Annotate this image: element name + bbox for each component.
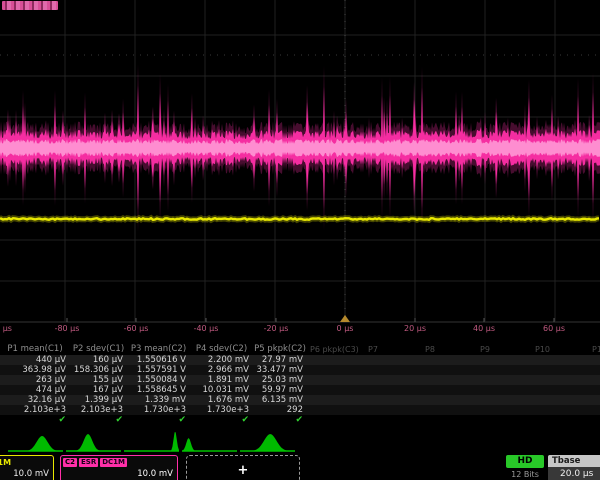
timebase-value: 20.0 µs [548,467,600,480]
hd-bits-label: 12 Bits [506,470,544,479]
measurement-cell: 1.891 mV [190,375,253,385]
measurement-cell: 1.550616 V [127,355,190,365]
measurement-cell: 263 µV [0,375,70,385]
measurement-cell: 59.97 mV [253,385,307,395]
measurement-cell: 1.399 µV [70,395,127,405]
measurement-cell: 292 [253,405,307,415]
measurement-row: 440 µV160 µV1.550616 V2.200 mV27.97 mV [0,355,600,365]
measurement-cell: 1.730e+3 [190,405,253,415]
measurement-status-row: ✔ ✔ ✔ ✔ ✔ [0,415,600,425]
measurement-cell: 33.477 mV [253,365,307,375]
measurement-row: 32.16 µV1.399 µV1.339 mV1.676 mV6.135 mV [0,395,600,405]
trigger-time-marker-icon[interactable] [340,315,350,322]
measurement-row: 474 µV167 µV1.558645 V10.031 mV59.97 mV [0,385,600,395]
parameter-header[interactable]: P1 mean(C1) [0,344,70,355]
histicon-shape [182,438,237,451]
time-tick-label: 40 µs [473,324,495,334]
parameter-header-disabled[interactable]: P6 pkpk(C3) [310,344,359,355]
time-tick-label: 60 µs [543,324,565,334]
measurement-cell: 1.558645 V [127,385,190,395]
parameter-header[interactable]: P3 mean(C2) [127,344,190,355]
parameter-header[interactable]: P5 pkpk(C2) [253,344,307,355]
histicon-shape [66,434,121,451]
plus-icon: + [238,463,249,478]
c2-trace [0,64,600,232]
measurement-cell: 10.031 mV [190,385,253,395]
c2-channel-descriptor[interactable]: C2 ESR DC1M 10.0 mV [60,455,178,480]
status-check-icon: ✔ [241,415,249,425]
unreadable-pink-label [2,1,58,10]
measurement-cell: 2.200 mV [190,355,253,365]
time-tick-label: -60 µs [124,324,149,334]
measurement-row: 363.98 µV158.306 µV1.557591 V2.966 mV33.… [0,365,600,375]
measurement-cell: 2.103e+3 [0,405,70,415]
measurement-cell: 32.16 µV [0,395,70,405]
measurement-cell: 25.03 mV [253,375,307,385]
measurement-cell: 167 µV [70,385,127,395]
c2-eres-badge: ESR [79,458,98,467]
histicon-shape [124,432,179,451]
measurement-cell: 6.135 mV [253,395,307,405]
c2-coupling-badge: DC1M [100,458,127,467]
status-check-icon: ✔ [115,415,123,425]
status-check-icon: ✔ [178,415,186,425]
measurement-cell: 1.730e+3 [127,405,190,415]
descriptor-bar: C1 DC1M 10.0 mV C2 ESR DC1M 10.0 mV + HD… [0,454,600,480]
parameter-header-disabled[interactable]: P8 [425,344,435,355]
timebase-descriptor[interactable]: Tbase 20.0 µs [548,455,600,480]
waveform-grid-area[interactable] [0,0,600,342]
parameter-header-disabled[interactable]: P9 [480,344,490,355]
measurement-cell: 1.557591 V [127,365,190,375]
c1-coupling-label: DC1M [0,458,11,467]
c1-channel-descriptor[interactable]: C1 DC1M 10.0 mV [0,455,54,480]
time-tick-label: -40 µs [194,324,219,334]
measurement-row: 263 µV155 µV1.550084 V1.891 mV25.03 mV [0,375,600,385]
measurement-header-row: P1 mean(C1)P2 sdev(C1)P3 mean(C2)P4 sdev… [0,344,600,355]
measurement-histicons[interactable] [0,430,600,454]
measurement-cell: 440 µV [0,355,70,365]
c1-vertical-scale: 10.0 mV [0,469,53,479]
measurement-cell: 158.306 µV [70,365,127,375]
measurement-cell: 474 µV [0,385,70,395]
oscilloscope-screen: -100 µs -80 µs -60 µs -40 µs -20 µs 0 µs 20 µs… [0,0,600,480]
hd-mode-badge[interactable]: HD [506,455,544,468]
histicon-shape [240,434,295,451]
c2-vertical-scale: 10.0 mV [61,469,177,479]
parameter-header[interactable]: P2 sdev(C1) [70,344,127,355]
parameter-header-disabled[interactable]: P11 [592,344,600,355]
time-tick-label: 0 µs [337,324,354,334]
status-check-icon: ✔ [295,415,303,425]
time-tick-label: 20 µs [404,324,426,334]
time-axis-labels: -100 µs -80 µs -60 µs -40 µs -20 µs 0 µs 20 µs… [0,324,600,335]
c1-trace [0,218,599,220]
time-tick-label: -80 µs [55,324,80,334]
measurement-row: 2.103e+32.103e+31.730e+31.730e+3292 [0,405,600,415]
histicon-shape [8,436,63,451]
parameter-header[interactable]: P4 sdev(C2) [190,344,253,355]
measurement-cell: 2.966 mV [190,365,253,375]
parameter-header-disabled[interactable]: P7 [368,344,378,355]
measurement-cell: 1.676 mV [190,395,253,405]
time-tick-label: -20 µs [264,324,289,334]
measurement-cell: 1.550084 V [127,375,190,385]
measurement-cell: 160 µV [70,355,127,365]
add-trace-button[interactable]: + [186,455,300,480]
measurement-cell: 27.97 mV [253,355,307,365]
status-check-icon: ✔ [58,415,66,425]
c2-label-badge: C2 [63,458,77,467]
measurement-cell: 2.103e+3 [70,405,127,415]
measurement-table: P1 mean(C1)P2 sdev(C1)P3 mean(C2)P4 sdev… [0,344,600,425]
measurement-cell: 1.339 mV [127,395,190,405]
timebase-title: Tbase [548,455,600,467]
parameter-header-disabled[interactable]: P10 [535,344,550,355]
time-tick-label: -100 µs [0,324,12,334]
measurement-cell: 155 µV [70,375,127,385]
measurement-cell: 363.98 µV [0,365,70,375]
